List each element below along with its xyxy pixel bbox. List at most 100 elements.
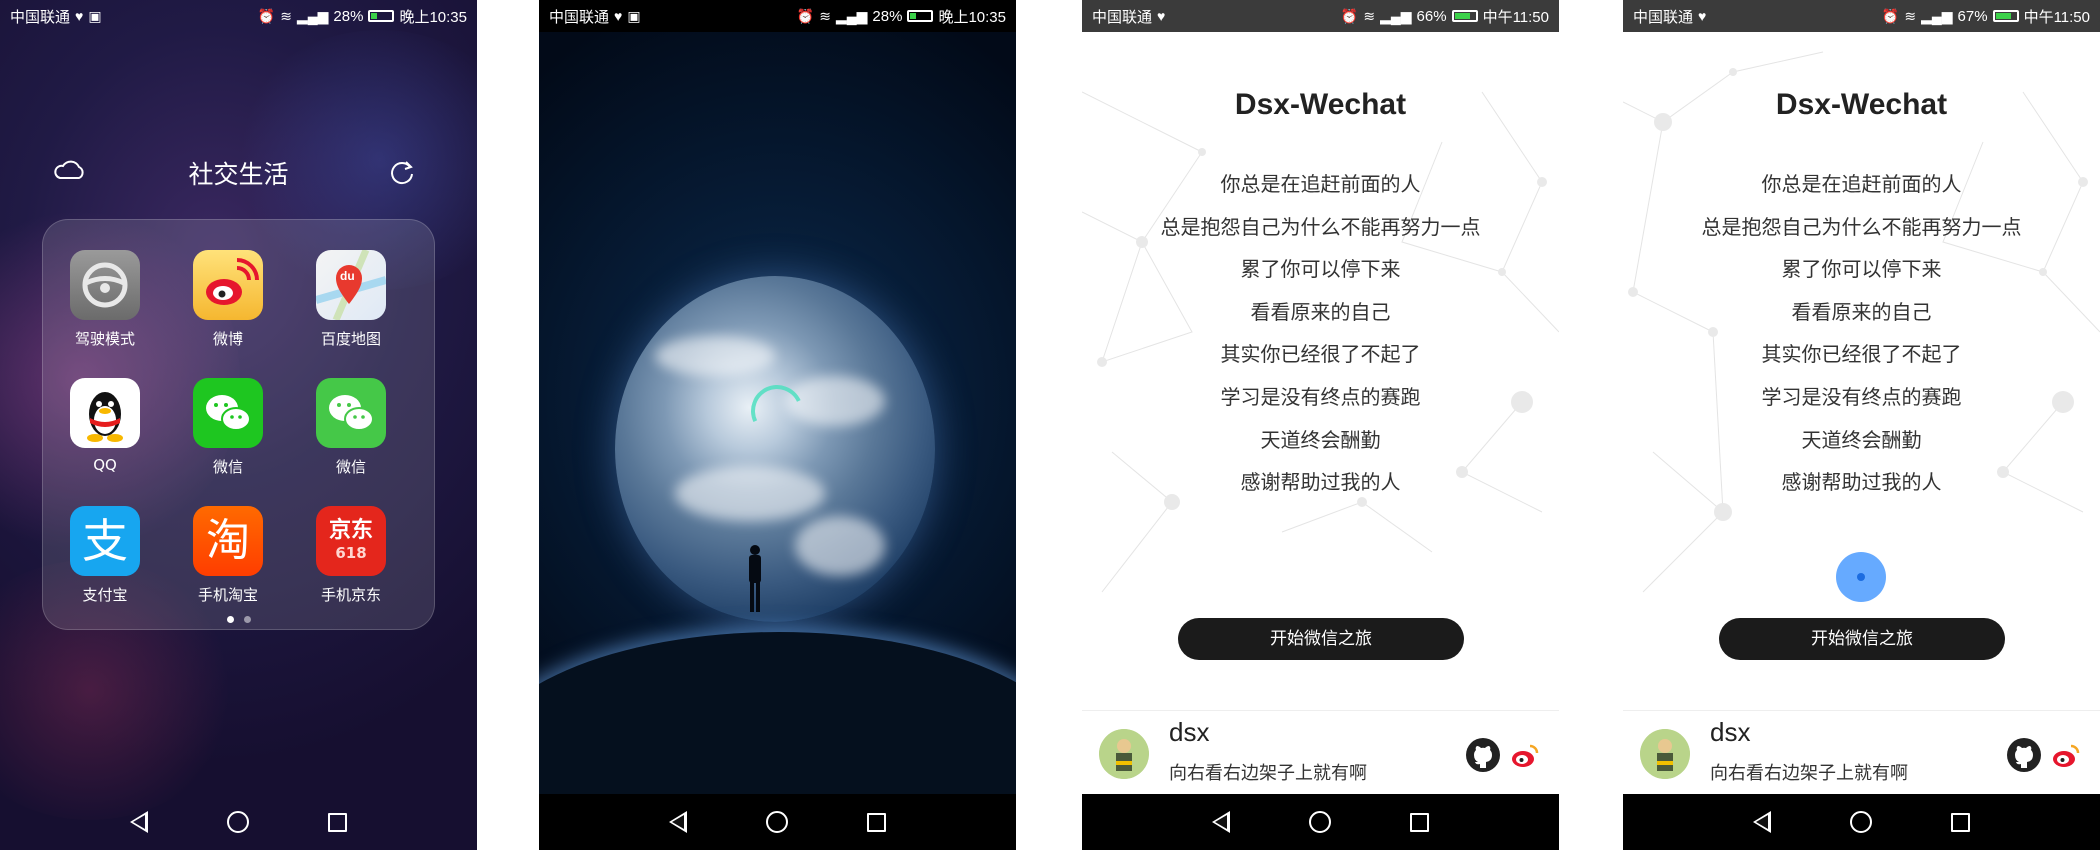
signal-icon: ▂▄▆: [1921, 7, 1953, 24]
home-icon[interactable]: [765, 811, 788, 833]
battery-icon: [368, 10, 395, 22]
back-icon[interactable]: [129, 811, 148, 833]
home-icon[interactable]: [1308, 811, 1331, 833]
app-wechat-clone[interactable]: 微信: [296, 378, 406, 477]
carrier-label: 中国联通: [549, 8, 610, 26]
back-icon[interactable]: [1752, 811, 1771, 833]
silhouette-person: [749, 545, 761, 612]
baidu-map-icon: du: [316, 250, 386, 320]
home-icon[interactable]: [1849, 811, 1872, 833]
recents-icon[interactable]: [1951, 812, 1971, 832]
battery-icon: [1451, 10, 1478, 22]
app-wechat[interactable]: 微信: [173, 378, 283, 477]
alarm-icon: ⏰: [796, 7, 815, 24]
nav-bar: [539, 794, 1016, 850]
author-name: dsx: [1710, 717, 1751, 747]
author-subtitle: 向右看右边架子上就有啊: [1710, 763, 1908, 784]
github-icon[interactable]: [1465, 737, 1501, 773]
back-icon[interactable]: [668, 811, 687, 833]
app-label: 手机淘宝: [197, 586, 258, 604]
app-label: 百度地图: [320, 330, 381, 348]
nav-bar: [1082, 794, 1559, 850]
status-bar: 中国联通 ♥ ⏰ ≋ ▂▄▆ 66% 中午11:50: [1082, 0, 1559, 32]
app-label: QQ: [93, 456, 117, 474]
weibo-icon[interactable]: [2048, 737, 2084, 773]
wifi-icon: ≋: [819, 7, 831, 24]
app-driving-mode[interactable]: 驾驶模式: [50, 250, 160, 349]
author-subtitle: 向右看右边架子上就有啊: [1169, 763, 1367, 784]
app-qq[interactable]: QQ: [50, 378, 160, 474]
wifi-icon: ≋: [1904, 7, 1917, 24]
motto-line: 看看原来的自己: [1791, 299, 1932, 324]
motto-line: 学习是没有终点的赛跑: [1220, 384, 1421, 409]
motto-line: 总是抱怨自己为什么不能再努力一点: [1160, 214, 1481, 239]
clock: 中午11:50: [2023, 8, 2090, 26]
carrier-label: 中国联通: [1092, 8, 1153, 26]
weibo-icon[interactable]: [1507, 737, 1543, 773]
screen-welcome-loading: 中国联通 ♥ ⏰ ≋ ▂▄▆ 67% 中午11:50 Dsx-Wechat 你总是在追赶前…: [1623, 0, 2100, 850]
battery-percent: 67%: [1957, 7, 1988, 25]
motto-line: 累了你可以停下来: [1781, 257, 1942, 282]
baidu-badge: du: [340, 269, 355, 283]
start-wechat-button[interactable]: 开始微信之旅: [1178, 618, 1464, 660]
app-label: 驾驶模式: [74, 330, 135, 348]
nav-bar: [1623, 794, 2100, 850]
github-icon[interactable]: [2006, 737, 2042, 773]
battery-icon: [907, 10, 934, 22]
app-notification-icon: ▣: [88, 7, 102, 24]
jd-glyph: 京东: [328, 518, 373, 543]
signal-icon: ▂▄▆: [296, 7, 329, 24]
app-label: 微信: [335, 458, 366, 476]
recents-icon[interactable]: [1410, 812, 1430, 832]
motto-line: 感谢帮助过我的人: [1240, 470, 1401, 495]
motto-line: 天道终会酬勤: [1260, 427, 1381, 452]
heart-icon: ♥: [1157, 8, 1166, 24]
start-wechat-button[interactable]: 开始微信之旅: [1719, 618, 2005, 660]
motto-line: 累了你可以停下来: [1240, 257, 1401, 282]
author-footer: dsx 向右看右边架子上就有啊: [1082, 710, 1559, 794]
app-label: 支付宝: [82, 586, 128, 604]
motto-line: 感谢帮助过我的人: [1781, 470, 1942, 495]
taobao-glyph: 淘: [206, 515, 250, 566]
recents-icon[interactable]: [328, 812, 348, 832]
motto-line: 看看原来的自己: [1250, 299, 1391, 324]
author-name: dsx: [1169, 717, 1210, 747]
recents-icon[interactable]: [867, 812, 887, 832]
app-jd[interactable]: 京东 618 手机京东: [296, 506, 406, 605]
carrier-label: 中国联通: [1633, 8, 1694, 26]
screen-home-folder: 中国联通 ♥ ▣ ⏰ ≋ ▂▄▆ 28% 晚上10:35 社交生活 驾驶模式 微博 du 百…: [0, 0, 477, 850]
refresh-icon[interactable]: [388, 158, 416, 186]
alarm-icon: ⏰: [257, 7, 276, 24]
motto-line: 你总是在追赶前面的人: [1761, 172, 1962, 196]
heart-icon: ♥: [75, 8, 84, 24]
motto-line: 其实你已经很了不起了: [1220, 342, 1421, 367]
app-title: Dsx-Wechat: [1234, 88, 1407, 121]
alipay-glyph: 支: [82, 514, 128, 568]
steering-wheel-icon: [70, 250, 140, 320]
app-notification-icon: ▣: [627, 7, 641, 24]
wifi-icon: ≋: [280, 7, 292, 24]
battery-percent: 28%: [333, 7, 364, 25]
motto-line: 你总是在追赶前面的人: [1220, 172, 1421, 196]
app-baidu-map[interactable]: du 百度地图: [296, 250, 406, 349]
wechat-icon: [193, 378, 263, 448]
app-taobao[interactable]: 淘 手机淘宝: [173, 506, 283, 605]
screen-splash: 中国联通 ♥ ▣ ⏰ ≋ ▂▄▆ 28% 晚上10:35: [539, 0, 1016, 850]
app-weibo[interactable]: 微博: [173, 250, 283, 349]
avatar[interactable]: [1099, 729, 1149, 779]
back-icon[interactable]: [1211, 811, 1230, 833]
battery-percent: 66%: [1416, 7, 1447, 25]
app-title: Dsx-Wechat: [1775, 88, 1948, 121]
battery-percent: 28%: [872, 7, 903, 25]
jd-icon: 京东 618: [316, 506, 386, 576]
clock: 晚上10:35: [399, 8, 467, 26]
home-icon[interactable]: [226, 811, 249, 833]
avatar[interactable]: [1640, 729, 1690, 779]
app-alipay[interactable]: 支 支付宝: [50, 506, 160, 605]
carrier-label: 中国联通: [10, 8, 71, 26]
heart-icon: ♥: [614, 8, 623, 24]
motto-line: 其实你已经很了不起了: [1761, 342, 1962, 367]
alipay-icon: 支: [70, 506, 140, 576]
signal-icon: ▂▄▆: [835, 7, 868, 24]
weibo-icon: [193, 250, 263, 320]
